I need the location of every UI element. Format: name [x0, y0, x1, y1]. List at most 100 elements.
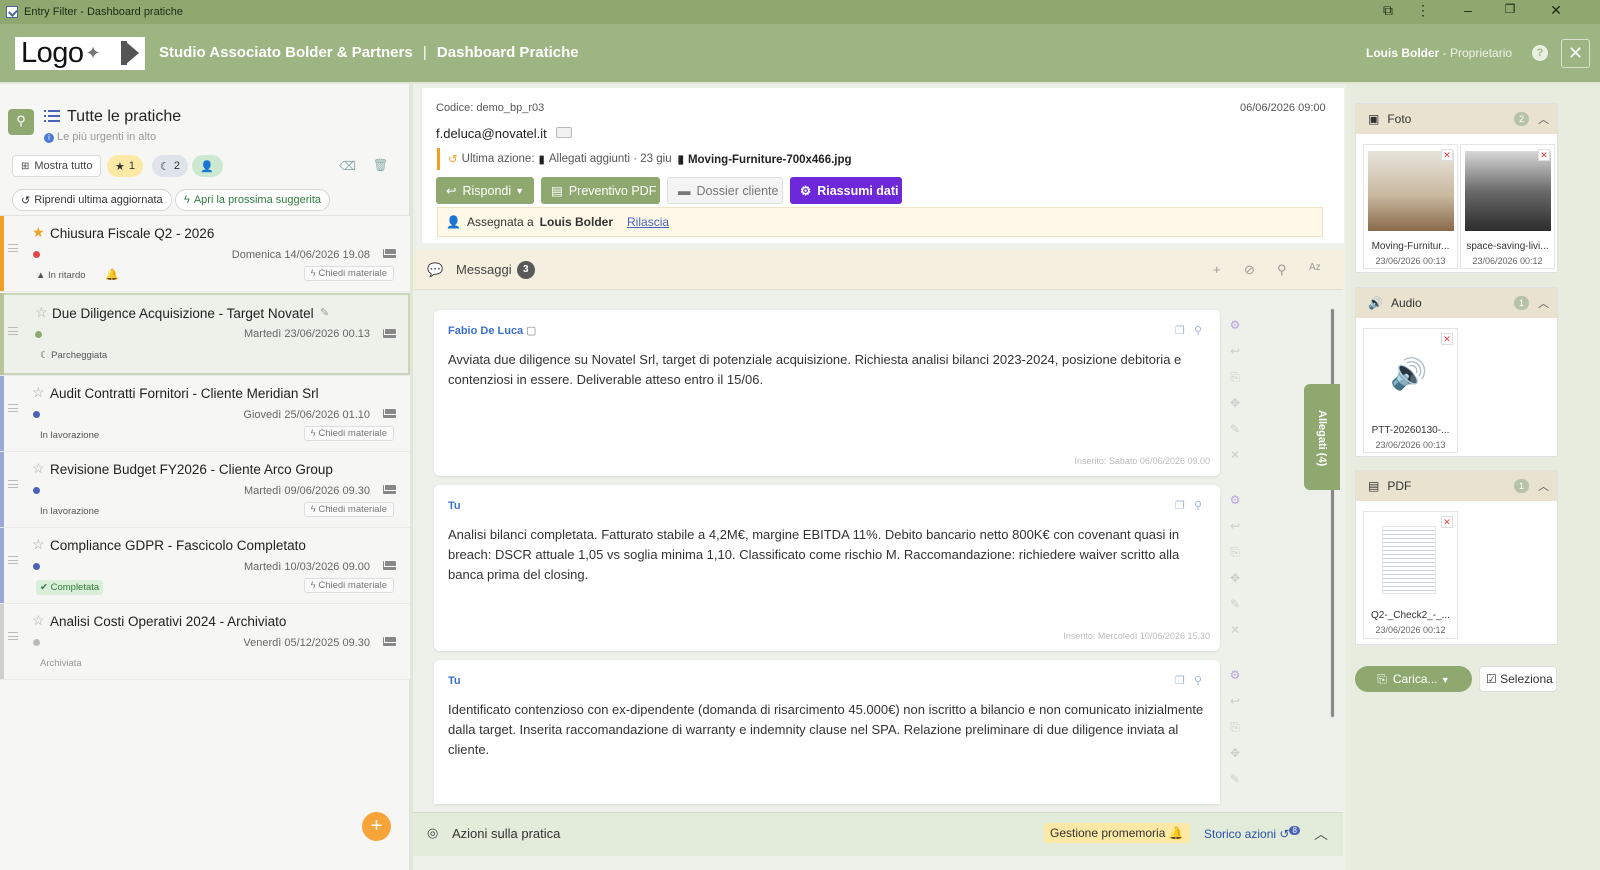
mail-icon[interactable] [383, 249, 397, 258]
summarize-button[interactable]: ⚙ Riassumi dati [790, 177, 902, 204]
drag-handle-icon[interactable] [8, 480, 18, 488]
show-all-button[interactable]: ⊞ Mostra tutto [12, 155, 102, 177]
drag-handle-icon[interactable] [8, 327, 18, 335]
chevron-up-icon[interactable]: ︿ [1314, 824, 1328, 844]
pin-icon[interactable]: ⚲ [1194, 325, 1202, 337]
close-button[interactable]: ✕ [1561, 39, 1590, 68]
extension-icon[interactable]: ⧉ [1378, 2, 1398, 19]
scrollbar-thumb[interactable] [1330, 308, 1335, 718]
attach-icon[interactable]: ⎘ [1225, 364, 1245, 390]
reply-icon[interactable]: ↩ [1225, 513, 1245, 539]
copy-icon[interactable]: ❐ [1175, 500, 1185, 512]
star-icon[interactable]: ☆ [35, 304, 48, 321]
photo-header[interactable]: ▣ Foto 2 ︿ [1356, 104, 1557, 134]
star-icon[interactable]: ☆ [32, 460, 45, 477]
photo-thumbnail[interactable]: ✕ space-saving-livi... 23/06/2026 00:12 [1460, 144, 1555, 269]
request-material-button[interactable]: ϟ Chiedi materiale [303, 502, 394, 517]
remove-icon[interactable]: ✕ [1441, 149, 1453, 161]
quote-pdf-button[interactable]: ▤ Preventivo PDF [541, 177, 660, 204]
reply-icon[interactable]: ↩ [1225, 688, 1245, 714]
minimize-button[interactable]: – [1458, 2, 1478, 18]
move-icon[interactable]: ✥ [1225, 565, 1245, 591]
mail-icon[interactable] [383, 561, 397, 570]
upload-button[interactable]: ⎘ Carica... ▼ [1355, 666, 1472, 692]
robot-icon[interactable]: ⚙ [1225, 662, 1245, 688]
window-close-button[interactable]: ✕ [1546, 2, 1566, 19]
add-icon[interactable]: + [1213, 262, 1221, 277]
pin-icon[interactable]: ⚲ [1194, 500, 1202, 512]
sort-az-icon[interactable]: Az [1309, 262, 1321, 273]
eraser-icon[interactable]: ⌫ [339, 159, 356, 173]
more-icon[interactable]: ⋮ [1413, 2, 1433, 19]
actions-title[interactable]: Azioni sulla pratica [452, 826, 560, 841]
client-email[interactable]: f.deluca@novatel.it [436, 126, 547, 141]
drag-handle-icon[interactable] [8, 632, 18, 640]
reminder-button[interactable]: Gestione promemoria 🔔 [1044, 823, 1190, 843]
filter-starred[interactable]: ★ 1 [107, 155, 143, 177]
search-button[interactable]: ⚲ [8, 109, 34, 135]
hide-icon[interactable]: ⊘ [1244, 262, 1255, 278]
mail-icon[interactable] [383, 329, 397, 338]
select-button[interactable]: ☑ Seleziona [1479, 666, 1557, 692]
pdf-header[interactable]: ▤ PDF 1 ︿ [1356, 471, 1557, 501]
robot-icon[interactable]: ⚙ [1225, 312, 1245, 338]
edit-icon[interactable]: ✎ [1225, 766, 1245, 792]
pdf-thumbnail[interactable]: ✕ Q2-_Check2_-_... 23/06/2026 00:12 [1363, 511, 1458, 639]
edit-icon[interactable]: ✎ [320, 306, 329, 319]
edit-icon[interactable]: ✎ [1225, 591, 1245, 617]
star-icon[interactable]: ★ [32, 224, 45, 241]
request-material-button[interactable]: ϟ Chiedi materiale [303, 426, 394, 441]
history-button[interactable]: Storico azioni ↺ 8 [1204, 826, 1300, 841]
pin-icon[interactable]: ⚲ [1194, 675, 1202, 687]
delete-icon[interactable]: ✕ [1225, 442, 1245, 468]
filter-assigned-to-me[interactable]: 👤 [192, 155, 223, 177]
remove-icon[interactable]: ✕ [1441, 333, 1453, 345]
request-material-button[interactable]: ϟ Chiedi materiale [303, 266, 394, 281]
list-item[interactable]: ☆ Audit Contratti Fornitori - Cliente Me… [0, 376, 410, 452]
audio-thumbnail[interactable]: 🔊 ✕ PTT-20260130-... 23/06/2026 00:13 [1363, 328, 1458, 453]
mail-icon[interactable] [383, 409, 397, 418]
release-link[interactable]: Rilascia [627, 215, 669, 229]
search-icon[interactable]: ⚲ [1277, 262, 1287, 278]
client-dossier-button[interactable]: ▬ Dossier cliente [667, 177, 783, 204]
delete-icon[interactable]: ✕ [1225, 617, 1245, 643]
trash-icon[interactable]: 🗑 [373, 158, 388, 172]
attachments-tab[interactable]: Allegati (4) [1304, 384, 1340, 490]
reply-button[interactable]: ↩ Rispondi ▼ [436, 177, 534, 204]
attach-icon[interactable]: ⎘ [1225, 714, 1245, 740]
robot-icon[interactable]: ⚙ [1225, 487, 1245, 513]
mail-icon[interactable] [383, 485, 397, 494]
star-icon[interactable]: ☆ [32, 536, 45, 553]
list-item[interactable]: ☆ Compliance GDPR - Fascicolo Completato… [0, 528, 410, 604]
maximize-button[interactable]: ❐ [1500, 2, 1520, 16]
list-item[interactable]: ☆ Revisione Budget FY2026 - Cliente Arco… [0, 452, 410, 528]
list-item[interactable]: ☆ Analisi Costi Operativi 2024 - Archivi… [0, 604, 410, 680]
star-icon[interactable]: ☆ [32, 384, 45, 401]
add-practice-button[interactable]: + [362, 812, 391, 841]
move-icon[interactable]: ✥ [1225, 390, 1245, 416]
copy-icon[interactable]: ❐ [1175, 325, 1185, 337]
move-icon[interactable]: ✥ [1225, 740, 1245, 766]
photo-thumbnail[interactable]: ✕ Moving-Furnitur... 23/06/2026 00:13 [1363, 144, 1458, 269]
audio-header[interactable]: 🔊 Audio 1 ︿ [1356, 288, 1557, 318]
contact-card-icon[interactable] [556, 127, 572, 138]
copy-icon[interactable]: ❐ [1175, 675, 1185, 687]
messages-scrollbar[interactable] [1329, 296, 1337, 799]
open-next-button[interactable]: ϟ Apri la prossima suggerita [175, 189, 330, 211]
mail-icon[interactable] [383, 637, 397, 646]
filter-parked[interactable]: ☾ 2 [152, 155, 188, 177]
star-icon[interactable]: ☆ [32, 612, 45, 629]
edit-icon[interactable]: ✎ [1225, 416, 1245, 442]
resume-last-button[interactable]: ↺ Riprendi ultima aggiornata [12, 189, 172, 211]
remove-icon[interactable]: ✕ [1538, 149, 1550, 161]
drag-handle-icon[interactable] [8, 244, 18, 252]
drag-handle-icon[interactable] [8, 404, 18, 412]
remove-icon[interactable]: ✕ [1441, 516, 1453, 528]
help-button[interactable]: ? [1532, 45, 1548, 61]
list-item[interactable]: ★ Chiusura Fiscale Q2 - 2026 Domenica 14… [0, 216, 410, 292]
reply-icon[interactable]: ↩ [1225, 338, 1245, 364]
attach-icon[interactable]: ⎘ [1225, 539, 1245, 565]
list-item[interactable]: ☆ Due Diligence Acquisizione - Target No… [0, 293, 410, 376]
drag-handle-icon[interactable] [8, 556, 18, 564]
request-material-button[interactable]: ϟ Chiedi materiale [303, 578, 394, 593]
